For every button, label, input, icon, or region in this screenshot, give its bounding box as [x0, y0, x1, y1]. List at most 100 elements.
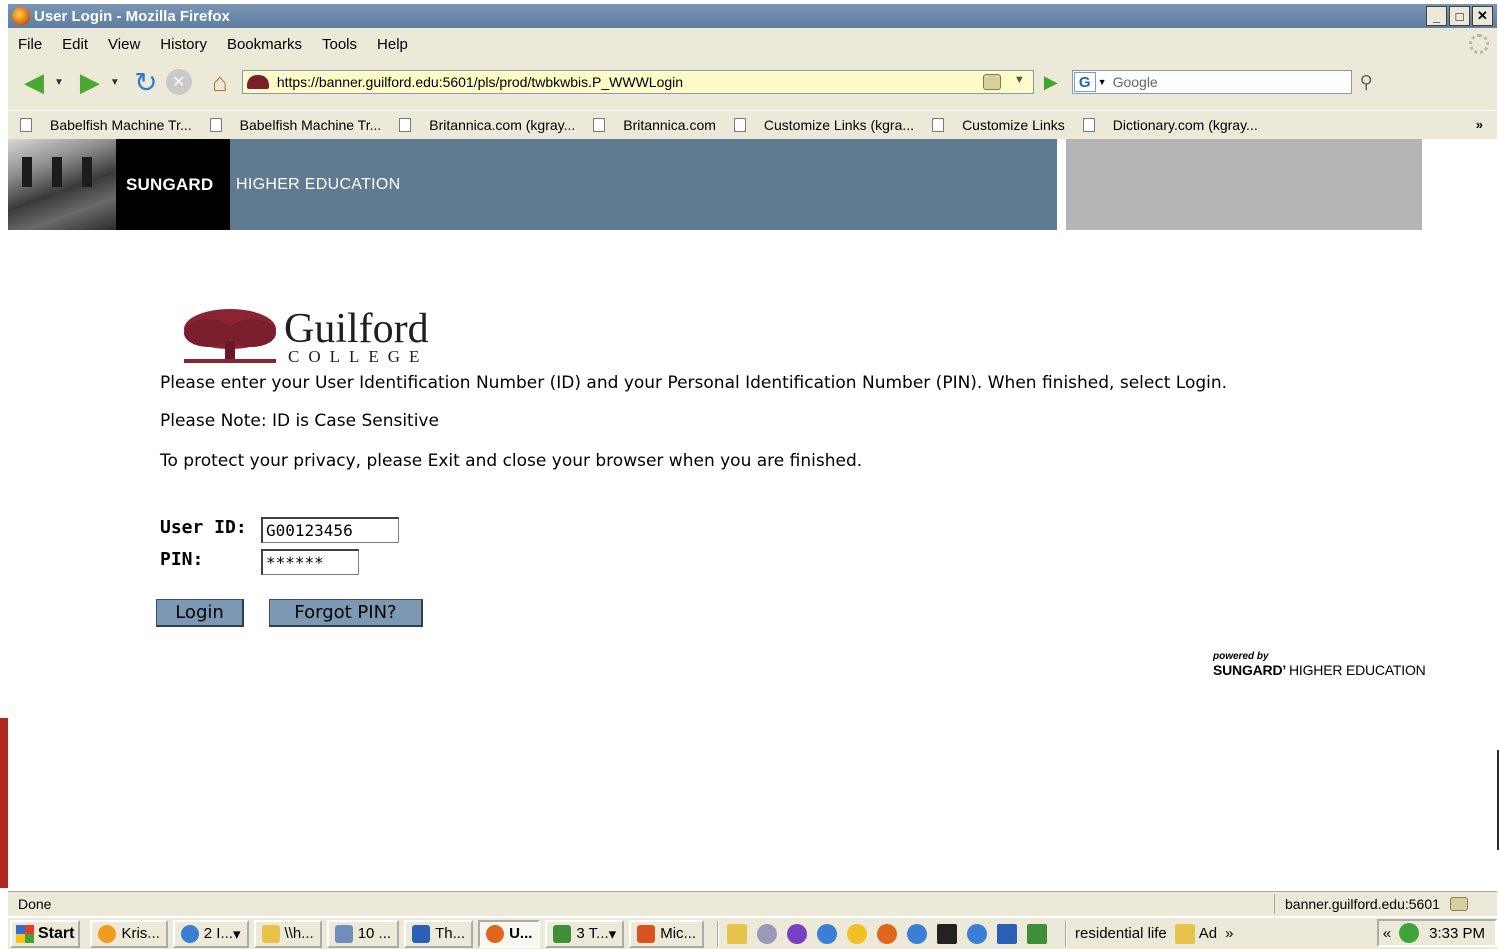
toolbar-expand-chevron-icon[interactable]: » [1225, 925, 1233, 942]
menu-file[interactable]: File [18, 36, 42, 53]
bookmark-item[interactable]: Customize Links (kgra... [733, 116, 915, 133]
menu-bar: File Edit View History Bookmarks Tools H… [8, 30, 1497, 58]
system-tray: « 3:33 PM [1376, 919, 1497, 947]
ie-icon[interactable] [967, 923, 988, 944]
back-icon[interactable]: ◀ [18, 66, 50, 98]
menu-help[interactable]: Help [377, 36, 408, 53]
reload-icon[interactable]: ↻ [130, 66, 162, 98]
search-engine-icon[interactable]: G [1073, 72, 1096, 92]
media-icon[interactable] [787, 923, 808, 944]
window-title: User Login - Mozilla Firefox [34, 7, 230, 25]
ie-icon [180, 924, 199, 943]
outlook-icon [637, 924, 656, 943]
taskbar-item[interactable]: 10 ... [326, 919, 400, 948]
firefox-icon [486, 924, 505, 943]
guilford-logo: Guilford COLLEGE [180, 307, 470, 366]
back-dropdown-icon[interactable]: ▼ [54, 77, 64, 88]
oak-tree-icon [184, 309, 276, 363]
bookmark-item[interactable]: Babelfish Machine Tr... [20, 117, 192, 133]
stop-icon[interactable]: ✕ [165, 69, 192, 95]
search-engine-dropdown-icon[interactable]: ▼ [1098, 77, 1107, 87]
bookmark-item[interactable]: Dictionary.com (kgray... [1082, 116, 1258, 133]
task-label: U... [509, 925, 533, 942]
forward-dropdown-icon[interactable]: ▼ [110, 77, 120, 88]
home-icon[interactable]: ⌂ [204, 66, 236, 98]
search-icon[interactable]: ⚲ [1360, 72, 1373, 93]
taskbar-separator [717, 920, 720, 947]
bookmark-item[interactable]: Britannica.com [593, 117, 716, 133]
bookmark-item[interactable]: Britannica.com (kgray... [399, 117, 575, 133]
banner-brand: SUNGARD [126, 175, 214, 194]
site-favicon-icon [246, 75, 269, 89]
page-icon [733, 117, 746, 132]
bookmarks-bar: Babelfish Machine Tr... Babelfish Machin… [8, 110, 1497, 138]
document-icon [334, 924, 353, 943]
throbber-icon [1469, 34, 1489, 54]
logo-sub: COLLEGE [288, 347, 429, 366]
picture-icon[interactable] [1027, 923, 1048, 944]
tray-collapse-chevron-icon[interactable]: « [1383, 925, 1391, 942]
start-button[interactable]: Start [10, 919, 81, 948]
bookmark-item[interactable]: Babelfish Machine Tr... [209, 117, 381, 133]
clock[interactable]: 3:33 PM [1429, 925, 1485, 942]
menu-bookmarks[interactable]: Bookmarks [227, 36, 302, 53]
taskbar: Start Kris... 2 I... ▾ \\h... 10 ... Th..… [8, 916, 1497, 949]
status-host-panel: banner.guilford.edu:5601 [1274, 894, 1468, 914]
bookmarks-overflow-chevron-icon[interactable]: » [1476, 117, 1483, 132]
quicklaunch-ad[interactable]: Ad [1199, 925, 1217, 942]
minimize-button[interactable]: _ [1426, 6, 1447, 26]
star-icon[interactable] [847, 923, 868, 944]
url-dropdown-icon[interactable]: ▼ [1014, 74, 1025, 86]
bookmark-item[interactable]: Customize Links [932, 117, 1065, 133]
restore-button[interactable]: □ [1449, 6, 1470, 26]
bookmark-label: Dictionary.com (kgray... [1112, 116, 1258, 133]
forgot-pin-button[interactable]: Forgot PIN? [269, 599, 423, 627]
folder-icon[interactable] [727, 923, 748, 944]
powered-brand: SUNGARD [1213, 662, 1283, 678]
user-id-input[interactable]: G00123456 [261, 517, 399, 543]
folder-icon [261, 924, 280, 943]
word-icon [412, 924, 431, 943]
task-label: Th... [435, 925, 466, 942]
taskbar-item[interactable]: Th... [404, 919, 474, 948]
taskbar-item[interactable]: 2 I... ▾ [172, 919, 249, 948]
taskbar-item[interactable]: \\h... [253, 919, 322, 948]
firefox-icon[interactable] [877, 923, 898, 944]
menu-edit[interactable]: Edit [62, 36, 88, 53]
page-icon [20, 117, 32, 132]
close-button[interactable]: ✕ [1472, 6, 1493, 26]
quicklaunch-residential-life[interactable]: residential life [1075, 925, 1167, 942]
browser-window: User Login - Mozilla Firefox _ □ ✕ File … [8, 4, 1497, 949]
task-label: Mic... [660, 925, 697, 942]
forward-icon[interactable]: ▶ [74, 66, 106, 98]
taskbar-item-active[interactable]: U... [478, 919, 541, 948]
task-label: 10 ... [357, 925, 392, 942]
menu-view[interactable]: View [108, 36, 140, 53]
ie-icon[interactable] [907, 923, 928, 944]
go-icon[interactable]: ▶ [1044, 72, 1058, 93]
menu-tools[interactable]: Tools [322, 36, 357, 53]
bookmark-label: Customize Links [962, 116, 1065, 133]
player-icon[interactable] [817, 923, 838, 944]
chat-icon[interactable] [757, 923, 778, 944]
messenger-icon [98, 924, 117, 943]
taskbar-item[interactable]: Mic... [629, 919, 705, 948]
app-icon[interactable] [937, 923, 958, 944]
search-input[interactable]: Google [1113, 74, 1158, 90]
word-icon[interactable] [997, 923, 1018, 944]
status-bar: Done banner.guilford.edu:5601 [8, 891, 1497, 915]
lock-icon[interactable] [1449, 897, 1468, 911]
bookmark-label: Customize Links (kgra... [763, 116, 915, 133]
pin-input[interactable]: ****** [261, 549, 359, 575]
menu-history[interactable]: History [160, 36, 207, 53]
url-text[interactable]: https://banner.guilford.edu:5601/pls/pro… [277, 74, 683, 90]
taskbar-item[interactable]: Kris... [90, 919, 168, 948]
lock-icon[interactable] [982, 74, 1001, 90]
network-icon[interactable] [1399, 923, 1420, 943]
search-box[interactable]: G ▼ Google [1071, 70, 1352, 94]
url-bar[interactable]: https://banner.guilford.edu:5601/pls/pro… [241, 70, 1034, 94]
powered-by-text: powered by [1213, 651, 1269, 662]
taskbar-item[interactable]: 3 T... ▾ [545, 919, 625, 948]
photo-detail [82, 157, 92, 187]
login-button[interactable]: Login [156, 599, 244, 627]
